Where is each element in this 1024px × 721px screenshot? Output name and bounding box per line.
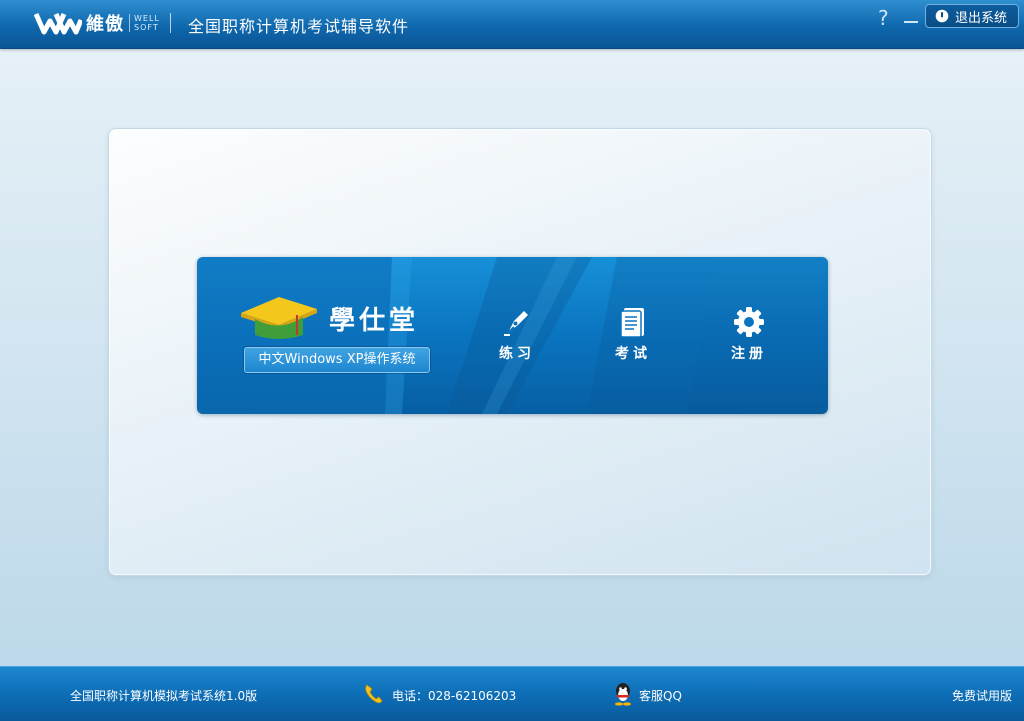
customer-service-qq-link[interactable]: 客服QQ: [639, 687, 682, 704]
logo-english-line1: WELL: [134, 14, 160, 23]
document-icon: [620, 308, 644, 338]
brand-name: 學仕堂: [329, 305, 420, 336]
exam-label: 考试: [615, 346, 651, 362]
logo-english-name: WELL SOFT: [129, 14, 160, 32]
subject-select-button[interactable]: 中文Windows XP操作系统: [244, 347, 430, 373]
course-banner: 學仕堂 中文Windows XP操作系统 练习 考试 注册: [197, 257, 828, 414]
wellsoft-logo-mark-icon: [34, 12, 82, 35]
gear-icon: [734, 307, 764, 337]
brand: 學仕堂: [239, 295, 419, 341]
pen-icon: [504, 311, 528, 336]
app-title: 全国职称计算机考试辅导软件: [188, 17, 410, 36]
status-bar: 全国职称计算机模拟考试系统1.0版 电话：028-62106203 客服QQ 免…: [0, 666, 1024, 721]
exit-system-label: 退出系统: [955, 10, 1008, 26]
wellsoft-logo: 維傲 WELL SOFT: [34, 10, 160, 36]
register-button[interactable]: 注册: [709, 305, 789, 365]
header-divider: [170, 13, 171, 33]
version-text: 全国职称计算机模拟考试系统1.0版: [70, 689, 258, 703]
qq-penguin-icon: [615, 683, 631, 706]
practice-button[interactable]: 练习: [477, 305, 557, 365]
practice-label: 练习: [499, 346, 535, 362]
trial-version-text: 免费试用版: [951, 689, 1012, 703]
exam-button[interactable]: 考试: [593, 305, 673, 365]
minimize-icon[interactable]: [904, 8, 918, 28]
phone-number-text: 电话：028-62106203: [392, 689, 517, 703]
help-icon[interactable]: ?: [878, 6, 889, 30]
title-bar: 維傲 WELL SOFT 全国职称计算机考试辅导软件 ? 退出系统: [0, 0, 1024, 49]
graduation-cap-icon: [241, 297, 317, 339]
logo-english-line2: SOFT: [134, 23, 159, 32]
register-label: 注册: [731, 346, 767, 362]
phone-icon: [365, 684, 383, 704]
exit-system-button[interactable]: 退出系统: [925, 4, 1019, 28]
logo-chinese-name: 維傲: [86, 14, 124, 35]
power-icon: [935, 9, 949, 23]
